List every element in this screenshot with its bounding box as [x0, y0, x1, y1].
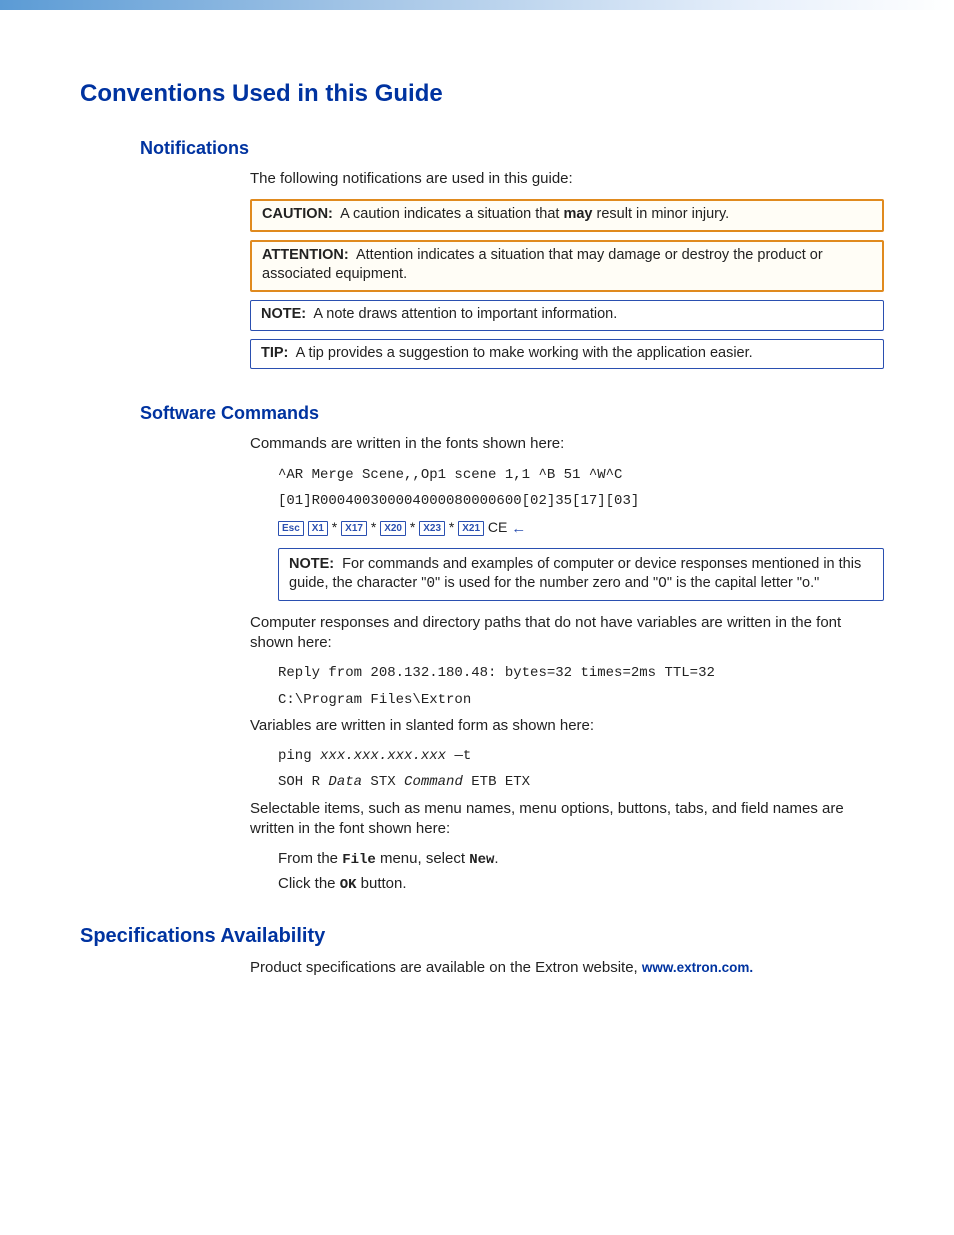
star-1: * — [328, 519, 341, 535]
gradient-top-bar — [0, 0, 954, 10]
sel2-a: Click the — [278, 875, 340, 892]
var2-b: Data — [328, 774, 362, 790]
x23-key-icon: X23 — [419, 521, 445, 536]
attention-box: ATTENTION: Attention indicates a situati… — [250, 240, 884, 292]
sel1-new: New — [469, 852, 494, 868]
variables-intro: Variables are written in slanted form as… — [250, 716, 884, 736]
var2-e: ETB ETX — [463, 774, 530, 790]
specs-text: Product specifications are available on … — [250, 959, 642, 976]
extron-link[interactable]: www.extron.com — [642, 960, 750, 975]
tip-label: TIP: — [261, 345, 288, 361]
x17-key-icon: X17 — [341, 521, 367, 536]
notifications-body: The following notifications are used in … — [250, 169, 884, 369]
response-example-1: Reply from 208.132.180.48: bytes=32 time… — [278, 663, 884, 683]
var2-a: SOH R — [278, 774, 328, 790]
sel2-ok: OK — [340, 877, 357, 893]
specifications-body: Product specifications are available on … — [250, 958, 884, 978]
page-title: Conventions Used in this Guide — [80, 80, 884, 108]
x21-key-icon: X21 — [458, 521, 484, 536]
return-arrow-icon: ← — [511, 520, 526, 537]
tip-text: A tip provides a suggestion to make work… — [296, 345, 753, 361]
response-intro: Computer responses and directory paths t… — [250, 613, 884, 654]
tip-box: TIP: A tip provides a suggestion to make… — [250, 339, 884, 370]
response-example-2: C:\Program Files\Extron — [278, 690, 884, 710]
software-note-oh: O — [658, 576, 667, 592]
selectable-intro: Selectable items, such as menu names, me… — [250, 799, 884, 840]
caution-text-bold: may — [563, 206, 592, 222]
software-note-zero: 0 — [426, 576, 435, 592]
software-commands-heading: Software Commands — [140, 403, 884, 424]
variable-example-2: SOH R Data STX Command ETB ETX — [278, 772, 884, 792]
specifications-heading: Specifications Availability — [80, 925, 884, 948]
var1-c: —t — [446, 748, 471, 764]
notifications-intro: The following notifications are used in … — [250, 169, 884, 189]
software-body: Commands are written in the fonts shown … — [250, 434, 884, 895]
star-2: * — [367, 519, 380, 535]
var2-c: STX — [362, 774, 404, 790]
star-4: * — [445, 519, 458, 535]
sel1-e: . — [494, 850, 498, 867]
specifications-text: Product specifications are available on … — [250, 958, 884, 978]
selectable-example-1: From the File menu, select New. — [278, 849, 884, 870]
caution-text-post: result in minor injury. — [592, 206, 729, 222]
x1-key-icon: X1 — [308, 521, 328, 536]
software-note-text-3: " is the capital letter "o." — [667, 575, 819, 591]
x20-key-icon: X20 — [380, 521, 406, 536]
ce-text: CE — [484, 519, 511, 535]
software-note-label: NOTE: — [289, 556, 334, 572]
note-label: NOTE: — [261, 306, 306, 322]
esc-key-icon: Esc — [278, 521, 304, 536]
software-note-text-2: " is used for the number zero and " — [435, 575, 658, 591]
sel1-file: File — [342, 852, 376, 868]
notifications-heading: Notifications — [140, 138, 884, 159]
var1-a: ping — [278, 748, 320, 764]
page-content: Conventions Used in this Guide Notificat… — [0, 10, 954, 1048]
caution-text-pre: A caution indicates a situation that — [340, 206, 563, 222]
selectable-example-2: Click the OK button. — [278, 874, 884, 895]
specs-dot: . — [749, 960, 753, 975]
var1-b: xxx.xxx.xxx.xxx — [320, 748, 446, 764]
var2-d: Command — [404, 774, 463, 790]
sel1-c: menu, select — [376, 850, 469, 867]
caution-box: CAUTION: A caution indicates a situation… — [250, 199, 884, 232]
variable-example-1: ping xxx.xxx.xxx.xxx —t — [278, 746, 884, 766]
note-box: NOTE: A note draws attention to importan… — [250, 300, 884, 331]
sel1-a: From the — [278, 850, 342, 867]
software-intro: Commands are written in the fonts shown … — [250, 434, 884, 454]
caution-label: CAUTION: — [262, 206, 333, 222]
command-example-1: ^AR Merge Scene,,Op1 scene 1,1 ^B 51 ^W^… — [278, 465, 884, 485]
star-3: * — [406, 519, 419, 535]
software-note-box: NOTE: For commands and examples of compu… — [278, 548, 884, 601]
attention-label: ATTENTION: — [262, 247, 349, 263]
command-key-line: Esc X1 * X17 * X20 * X23 * X21 CE ← — [278, 517, 884, 540]
sel2-c: button. — [357, 875, 407, 892]
note-text: A note draws attention to important info… — [313, 306, 617, 322]
command-example-2: [01]R000400300004000080000600[02]35[17][… — [278, 491, 884, 511]
